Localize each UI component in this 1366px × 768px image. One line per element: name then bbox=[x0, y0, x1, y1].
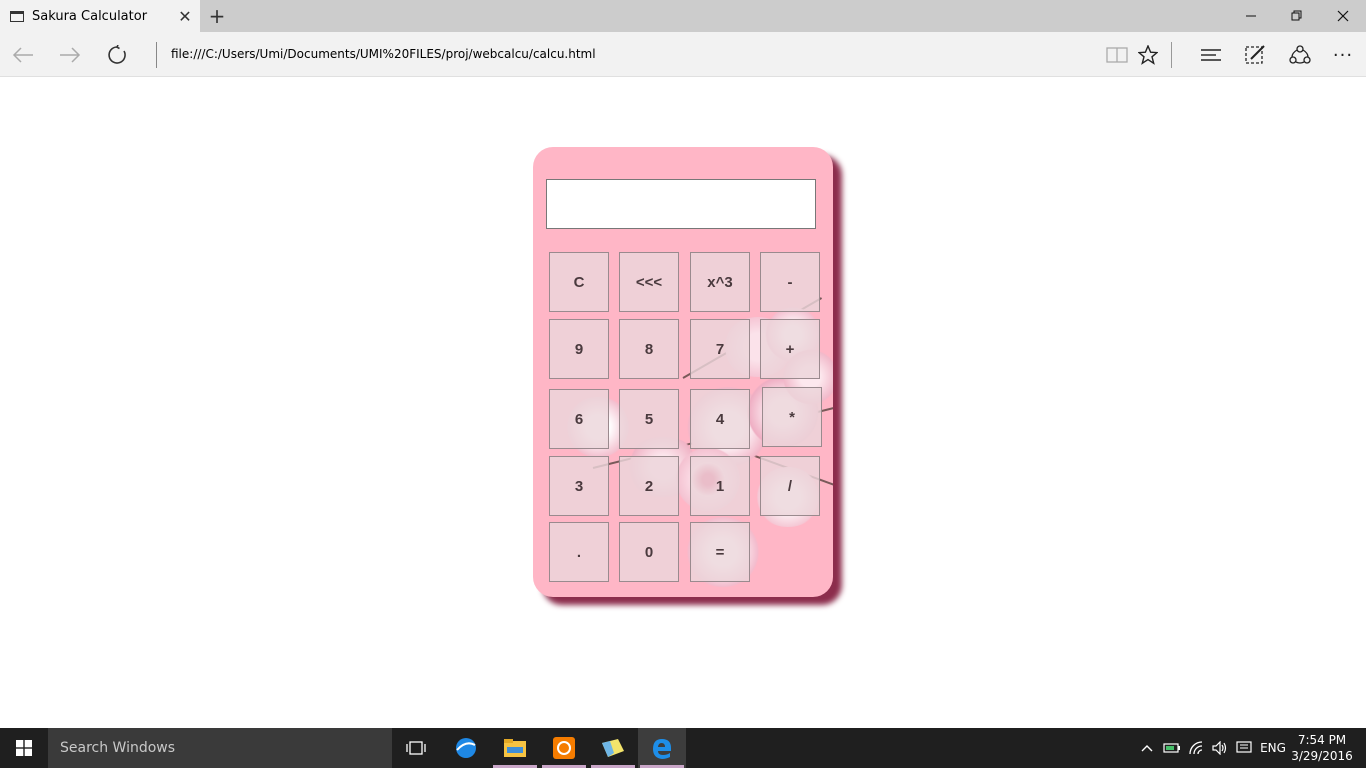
hub-icon bbox=[1201, 49, 1221, 61]
restore-button[interactable] bbox=[1274, 0, 1320, 32]
refresh-button[interactable] bbox=[100, 38, 134, 72]
key-3[interactable]: 3 bbox=[549, 456, 609, 516]
volume-control[interactable] bbox=[1208, 728, 1232, 768]
taskbar-app-browser[interactable] bbox=[442, 728, 490, 768]
navigation-bar: file:///C:/Users/Umi/Documents/UMI%20FIL… bbox=[0, 32, 1366, 77]
media-app-icon bbox=[553, 737, 575, 759]
tab-strip: Sakura Calculator ✕ + bbox=[0, 0, 1366, 32]
web-note-button[interactable] bbox=[1238, 38, 1272, 72]
key-plus[interactable]: + bbox=[760, 319, 820, 379]
tab-close-button[interactable]: ✕ bbox=[170, 7, 200, 26]
key-backspace[interactable]: <<< bbox=[619, 252, 679, 312]
key-equals[interactable]: = bbox=[690, 522, 750, 582]
clock-date: 3/29/2016 bbox=[1291, 749, 1353, 763]
book-icon bbox=[1106, 47, 1128, 63]
key-5[interactable]: 5 bbox=[619, 389, 679, 449]
task-view-button[interactable] bbox=[392, 728, 440, 768]
back-button[interactable] bbox=[6, 38, 40, 72]
close-icon bbox=[1337, 10, 1349, 22]
reading-view-button[interactable] bbox=[1100, 38, 1134, 72]
folder-icon bbox=[504, 739, 526, 757]
globe-app-icon bbox=[456, 738, 476, 758]
arrow-right-icon bbox=[60, 47, 81, 63]
key-8[interactable]: 8 bbox=[619, 319, 679, 379]
minimize-button[interactable] bbox=[1228, 0, 1274, 32]
clock-time: 7:54 PM bbox=[1297, 733, 1347, 747]
tab-title: Sakura Calculator bbox=[32, 8, 148, 24]
task-view-icon bbox=[406, 741, 426, 755]
chevron-up-icon bbox=[1141, 745, 1153, 752]
system-clock[interactable]: 7:54 PM 3/29/2016 bbox=[1290, 728, 1354, 768]
editor-app-icon bbox=[602, 739, 624, 757]
taskbar-app-file-explorer[interactable] bbox=[491, 728, 539, 768]
taskbar-app-media[interactable] bbox=[540, 728, 588, 768]
speaker-icon bbox=[1212, 741, 1227, 755]
hub-button[interactable] bbox=[1194, 38, 1228, 72]
more-actions-button[interactable]: ··· bbox=[1326, 38, 1360, 72]
windows-logo-icon bbox=[16, 740, 32, 756]
taskbar-app-editor[interactable] bbox=[589, 728, 637, 768]
wifi-icon bbox=[1189, 741, 1203, 755]
taskbar: Search Windows ENG 7:54 PM 3/29/2016 bbox=[0, 728, 1366, 768]
notification-icon bbox=[1236, 741, 1252, 753]
arrow-left-icon bbox=[12, 47, 33, 63]
key-2[interactable]: 2 bbox=[619, 456, 679, 516]
key-multiply[interactable]: * bbox=[762, 387, 822, 447]
key-9[interactable]: 9 bbox=[549, 319, 609, 379]
battery-status[interactable] bbox=[1160, 728, 1184, 768]
show-hidden-icons-button[interactable] bbox=[1136, 728, 1158, 768]
key-clear[interactable]: C bbox=[549, 252, 609, 312]
key-1[interactable]: 1 bbox=[690, 456, 750, 516]
minimize-icon bbox=[1246, 15, 1256, 17]
taskbar-search-box[interactable]: Search Windows bbox=[48, 728, 392, 768]
pen-note-icon bbox=[1245, 45, 1265, 64]
favorites-button[interactable] bbox=[1131, 38, 1165, 72]
calculator-body: C <<< x^3 - 9 8 7 + 6 5 4 * 3 2 1 / . 0 … bbox=[533, 147, 833, 597]
share-icon bbox=[1289, 45, 1311, 64]
restore-icon bbox=[1291, 10, 1302, 21]
network-status[interactable] bbox=[1185, 728, 1209, 768]
key-7[interactable]: 7 bbox=[690, 319, 750, 379]
new-tab-button[interactable]: + bbox=[205, 4, 229, 28]
refresh-icon bbox=[108, 45, 126, 64]
key-6[interactable]: 6 bbox=[549, 389, 609, 449]
key-divide[interactable]: / bbox=[760, 456, 820, 516]
battery-charging-icon bbox=[1163, 743, 1180, 753]
tab-sakura-calculator[interactable]: Sakura Calculator ✕ bbox=[0, 0, 200, 32]
key-0[interactable]: 0 bbox=[619, 522, 679, 582]
page-icon bbox=[10, 10, 24, 22]
close-window-button[interactable] bbox=[1320, 0, 1366, 32]
address-separator bbox=[156, 42, 157, 68]
taskbar-app-edge[interactable] bbox=[638, 728, 686, 768]
edge-logo-icon bbox=[653, 739, 671, 759]
calculator-display[interactable] bbox=[546, 179, 816, 229]
forward-button[interactable] bbox=[53, 38, 87, 72]
star-icon bbox=[1138, 45, 1158, 65]
toolbar-separator bbox=[1171, 42, 1172, 68]
share-button[interactable] bbox=[1283, 38, 1317, 72]
key-minus[interactable]: - bbox=[760, 252, 820, 312]
start-button[interactable] bbox=[0, 728, 48, 768]
key-dot[interactable]: . bbox=[549, 522, 609, 582]
action-center-button[interactable] bbox=[1232, 728, 1256, 768]
input-language[interactable]: ENG bbox=[1258, 728, 1288, 768]
address-bar[interactable]: file:///C:/Users/Umi/Documents/UMI%20FIL… bbox=[171, 47, 596, 61]
key-4[interactable]: 4 bbox=[690, 389, 750, 449]
key-cube[interactable]: x^3 bbox=[690, 252, 750, 312]
